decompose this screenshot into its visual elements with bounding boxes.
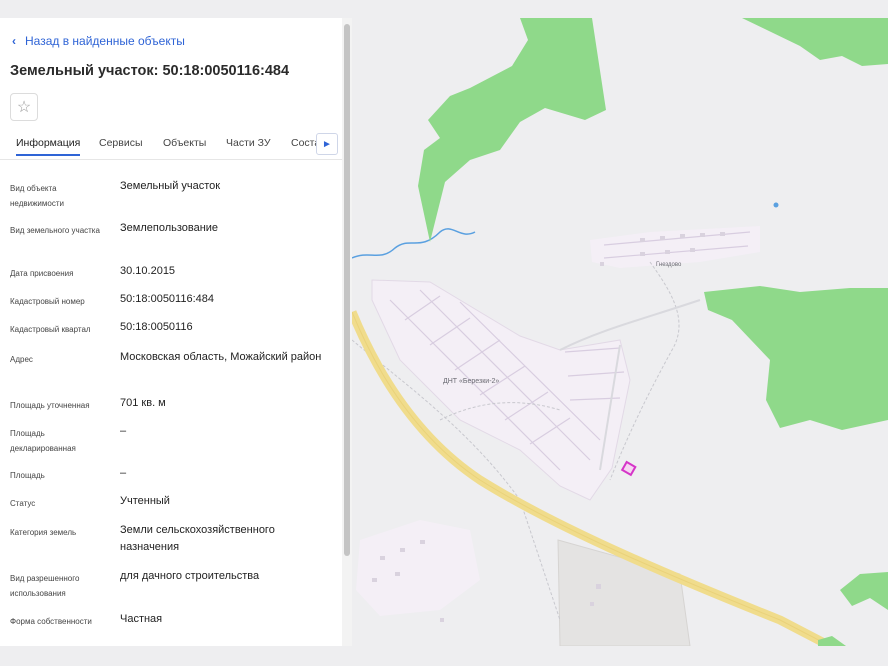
field-label: Адрес	[10, 355, 33, 364]
field-label: Площадь декларированная	[10, 429, 76, 453]
field-value: для дачного строительства	[120, 570, 260, 582]
field-value: 701 кв. м	[120, 397, 166, 409]
field-label: Форма собственности	[10, 617, 92, 626]
field-value: Московская область, Можайский район	[120, 351, 322, 363]
field-value: –	[120, 425, 127, 437]
field-label: Вид земельного участка	[10, 226, 100, 235]
chevron-left-icon: ‹	[12, 34, 16, 48]
south-settlement-area	[356, 520, 480, 616]
field-label: Категория земель	[10, 528, 77, 537]
settlement-label: ДНТ «Березки-2»	[443, 378, 499, 385]
tab-services[interactable]: Сервисы	[99, 137, 143, 149]
page-title: Земельный участок: 50:18:0050116:484	[10, 63, 290, 79]
back-link[interactable]: ‹ Назад в найденные объекты	[12, 34, 185, 48]
settlement-area	[371, 279, 631, 501]
tab-info[interactable]: Информация	[16, 137, 81, 156]
chevron-right-icon[interactable]: ►	[316, 133, 338, 155]
tab-bar: Информация Сервисы Объекты Части ЗУ Сост…	[0, 131, 342, 160]
field-label: Площадь	[10, 471, 45, 480]
tab-parts[interactable]: Части ЗУ	[226, 137, 271, 149]
field-label: Дата присвоения	[10, 269, 74, 278]
back-link-label: Назад в найденные объекты	[25, 34, 185, 48]
selected-parcel[interactable]	[620, 460, 637, 477]
field-value: 30.10.2015	[120, 265, 176, 277]
field-value: Частная	[120, 613, 163, 625]
river	[352, 228, 476, 259]
village-label: Гнездово	[656, 262, 682, 268]
map-view[interactable]: ДНТ «Березки-2» Гнездово	[352, 18, 888, 646]
forest-north	[418, 18, 606, 242]
field-value: Землепользование	[120, 222, 219, 234]
star-icon[interactable]: ☆	[10, 93, 38, 121]
field-label: Площадь уточненная	[10, 401, 90, 410]
map-canvas[interactable]: ДНТ «Березки-2» Гнездово	[352, 18, 888, 646]
field-value: Земельный участок	[120, 180, 221, 192]
field-label: Кадастровый квартал	[10, 325, 91, 334]
field-label: Статус	[10, 499, 36, 508]
forest-east	[704, 286, 888, 430]
field-value: –	[120, 467, 127, 479]
field-label: Вид разрешенного использования	[10, 574, 80, 598]
forest-northeast	[742, 18, 888, 66]
tab-objects[interactable]: Объекты	[163, 137, 206, 149]
field-value: Учтенный	[120, 495, 170, 507]
panel-scrollbar-thumb[interactable]	[344, 24, 350, 556]
field-label: Вид объекта недвижимости	[10, 184, 64, 208]
forest-southeast	[840, 572, 888, 610]
field-label: Кадастровый номер	[10, 297, 85, 306]
field-value: 50:18:0050116	[120, 321, 193, 333]
field-value: Земли сельскохозяйственного назначения	[120, 524, 275, 553]
field-value: 50:18:0050116:484	[120, 293, 214, 305]
info-panel: ‹ Назад в найденные объекты Земельный уч…	[0, 18, 342, 646]
